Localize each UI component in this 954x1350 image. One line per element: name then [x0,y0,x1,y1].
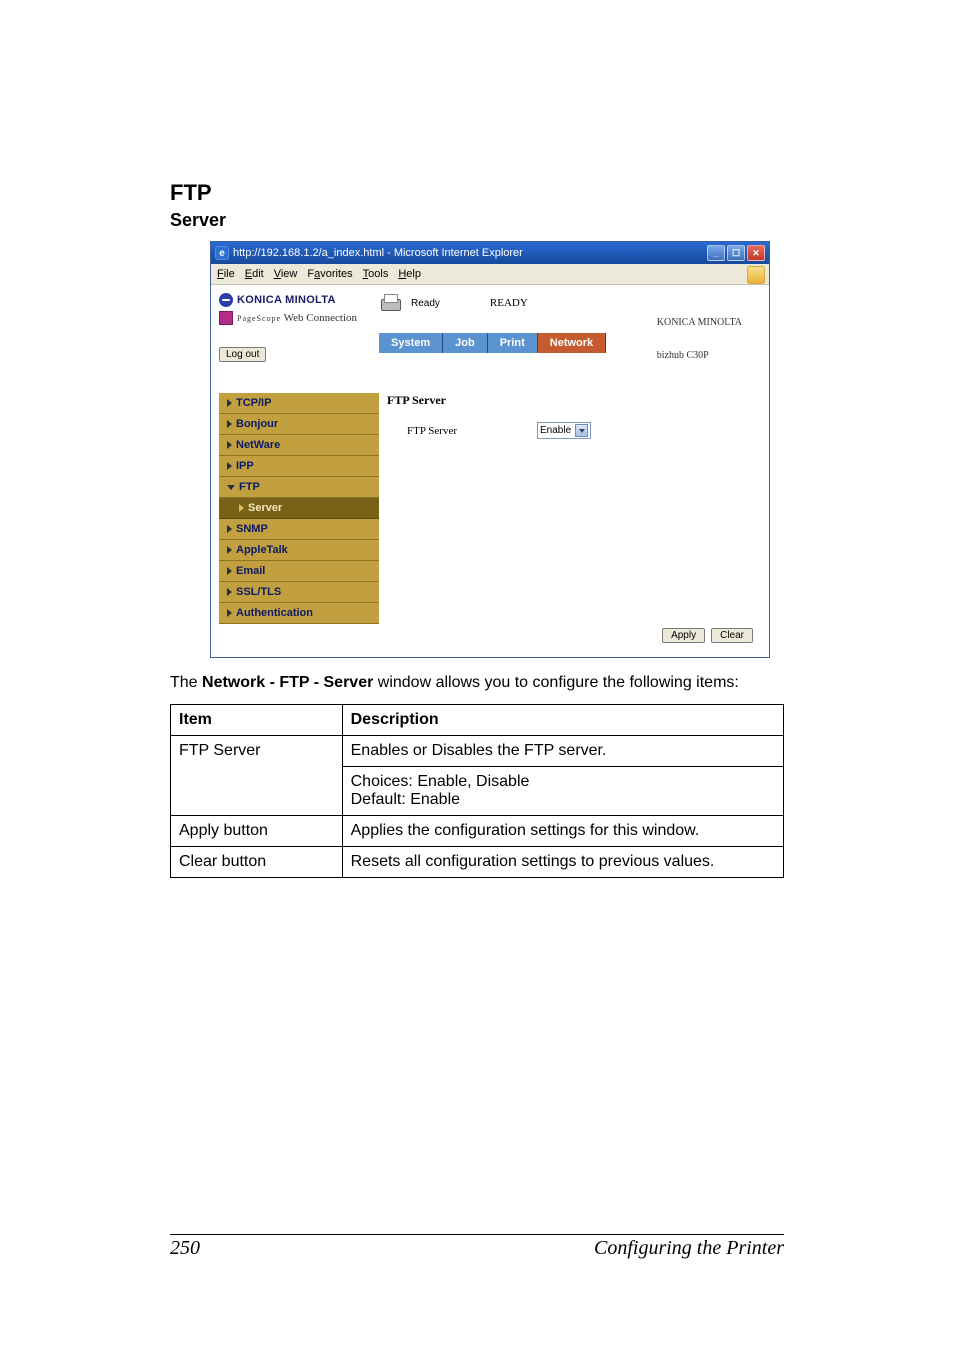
ftp-server-select[interactable]: Enable [537,422,591,439]
table-row: Apply button Applies the configuration s… [171,815,784,846]
tab-job[interactable]: Job [443,333,488,353]
ie-flag-icon [747,266,765,284]
sidebar: TCP/IP Bonjour NetWare IPP FTP Server SN… [219,389,379,649]
window-close-button[interactable]: ✕ [747,245,765,261]
window-title: http://192.168.1.2/a_index.html - Micros… [233,247,523,259]
table-row: Clear button Resets all configuration se… [171,846,784,877]
web-connection-label: Web Connection [284,312,357,324]
window-minimize-button[interactable]: _ [707,245,725,261]
ftp-server-select-value: Enable [540,425,571,436]
sidebar-label-auth: Authentication [236,607,313,619]
cell-desc-ftp-server-bc: Choices: Enable, Disable Default: Enable [342,766,783,815]
menu-help[interactable]: Help [398,268,421,280]
sidebar-item-appletalk[interactable]: AppleTalk [219,540,379,561]
heading-server: Server [170,210,784,231]
sidebar-label-netware: NetWare [236,439,280,451]
clear-button[interactable]: Clear [711,628,753,643]
ie-menubar: File Edit View Favorites Tools Help [211,264,769,285]
sidebar-item-snmp[interactable]: SNMP [219,519,379,540]
tab-print[interactable]: Print [488,333,538,353]
tabs: System Job Print Network [379,333,657,353]
sidebar-item-ftp[interactable]: FTP [219,477,379,498]
th-description: Description [342,704,783,735]
km-brand-text: KONICA MINOLTA [237,294,336,306]
form-label-ftp-server: FTP Server [407,425,457,437]
menu-file[interactable]: File [217,268,235,280]
footer-divider [170,1234,784,1235]
pagescope-label: PageScope [237,314,281,323]
apply-button[interactable]: Apply [662,628,705,643]
sidebar-label-ipp: IPP [236,460,254,472]
status-ready-big: READY [490,297,528,309]
cell-desc-choices: Choices: Enable, Disable [351,773,775,791]
cell-item-ftp-server: FTP Server [171,735,343,815]
th-item: Item [171,704,343,735]
content-title: FTP Server [387,393,753,408]
pagescope-badge-icon [219,311,233,325]
menu-favorites[interactable]: Favorites [307,268,352,280]
page-number: 250 [170,1237,200,1260]
sidebar-label-email: Email [236,565,265,577]
sidebar-label-snmp: SNMP [236,523,268,535]
window-titlebar: e http://192.168.1.2/a_index.html - Micr… [211,242,769,264]
header-model-name: bizhub C30P [657,350,761,361]
logout-button[interactable]: Log out [219,347,266,362]
sidebar-label-bonjour: Bonjour [236,418,278,430]
sidebar-label-ftp: FTP [239,481,260,493]
cell-desc-default: Default: Enable [351,791,775,809]
para-post: window allows you to configure the follo… [373,674,739,691]
para-bold: Network - FTP - Server [202,674,373,691]
cell-item-apply: Apply button [171,815,343,846]
content-pane: FTP Server FTP Server Enable Apply Clear [379,389,761,649]
menu-tools[interactable]: Tools [363,268,389,280]
printer-icon [379,293,401,313]
para-pre: The [170,674,202,691]
tab-system[interactable]: System [379,333,443,353]
cell-desc-ftp-server-a: Enables or Disables the FTP server. [342,735,783,766]
heading-ftp: FTP [170,180,784,206]
ie-window: e http://192.168.1.2/a_index.html - Micr… [210,241,770,658]
sidebar-label-tcpip: TCP/IP [236,397,271,409]
sidebar-item-email[interactable]: Email [219,561,379,582]
chevron-down-icon [575,424,588,437]
sidebar-item-tcpip[interactable]: TCP/IP [219,393,379,414]
sidebar-item-netware[interactable]: NetWare [219,435,379,456]
cell-item-clear: Clear button [171,846,343,877]
menu-view[interactable]: View [274,268,298,280]
sidebar-label-ftp-server: Server [248,502,282,514]
cell-desc-clear: Resets all configuration settings to pre… [342,846,783,877]
cell-desc-apply: Applies the configuration settings for t… [342,815,783,846]
sidebar-item-ssl-tls[interactable]: SSL/TLS [219,582,379,603]
sidebar-item-ipp[interactable]: IPP [219,456,379,477]
sidebar-item-bonjour[interactable]: Bonjour [219,414,379,435]
km-globe-icon [219,293,233,307]
sidebar-item-authentication[interactable]: Authentication [219,603,379,624]
footer-section-title: Configuring the Printer [594,1237,784,1260]
konica-minolta-logo: KONICA MINOLTA [219,293,379,307]
tab-network[interactable]: Network [538,333,606,353]
sidebar-subitem-ftp-server[interactable]: Server [219,498,379,519]
sidebar-label-ssl: SSL/TLS [236,586,281,598]
page-footer: 250 Configuring the Printer [170,1234,784,1260]
header-model-brand: KONICA MINOLTA [657,317,761,328]
ie-app-icon: e [215,246,229,260]
sidebar-label-appletalk: AppleTalk [236,544,288,556]
table-row: FTP Server Enables or Disables the FTP s… [171,735,784,766]
menu-edit[interactable]: Edit [245,268,264,280]
window-maximize-button[interactable]: ☐ [727,245,745,261]
description-table: Item Description FTP Server Enables or D… [170,704,784,878]
status-ready-small: Ready [411,298,440,309]
description-paragraph: The Network - FTP - Server window allows… [170,672,784,694]
